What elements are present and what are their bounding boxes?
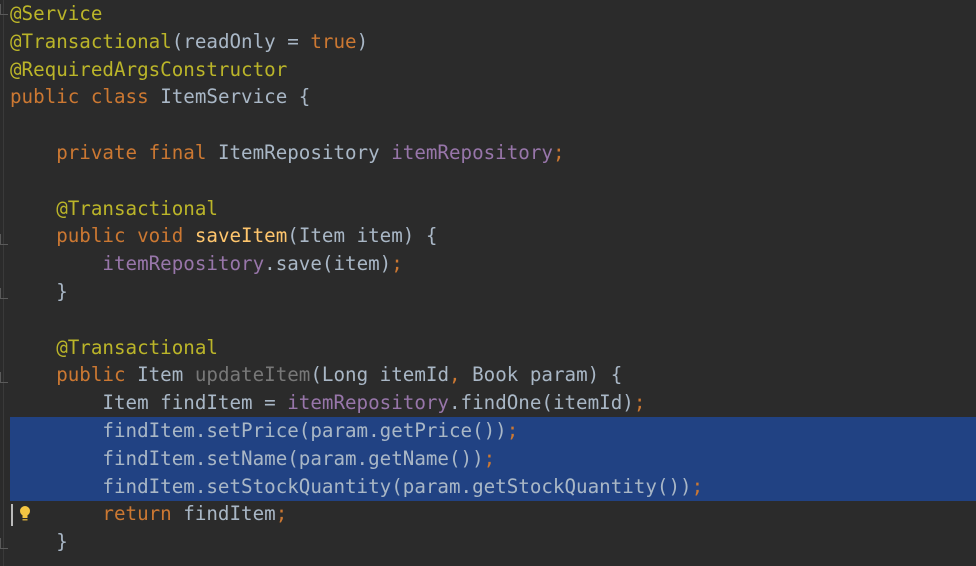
code-token: return — [10, 502, 184, 526]
code-token: findItem.setPrice(param.getPrice()) — [10, 419, 507, 442]
code-token: saveItem — [194, 224, 288, 248]
code-token: .findOne(itemId) — [448, 391, 634, 415]
code-token: @Transactional — [10, 29, 172, 53]
code-token: findItem — [183, 502, 276, 526]
code-token: findItem.setStockQuantity(param.getStock… — [10, 474, 692, 498]
code-line[interactable]: findItem.setName(param.getName()); — [10, 444, 976, 473]
code-line[interactable]: @Transactional — [10, 195, 976, 223]
code-line[interactable] — [10, 306, 976, 334]
code-line[interactable]: @Service — [10, 0, 976, 28]
code-line[interactable]: @RequiredArgsConstructor — [10, 56, 976, 84]
code-line[interactable]: findItem.setStockQuantity(param.getStock… — [10, 472, 976, 501]
code-line[interactable]: findItem.setPrice(param.getPrice()); — [10, 417, 976, 445]
code-token: .save(item) — [264, 252, 392, 276]
fold-marker-icon[interactable] — [0, 4, 8, 15]
code-token: Item — [137, 363, 195, 387]
code-token: (Item item) { — [287, 224, 438, 248]
gutter-divider — [3, 0, 4, 566]
code-token: ; — [691, 474, 704, 498]
fold-marker-icon[interactable] — [0, 234, 8, 245]
code-token: (readOnly = — [171, 29, 311, 53]
code-token: private final — [10, 141, 218, 164]
fold-marker-icon[interactable] — [0, 372, 8, 383]
code-line[interactable]: itemRepository.save(item); — [10, 250, 976, 278]
code-token: ; — [552, 141, 565, 164]
code-line[interactable] — [10, 167, 976, 195]
code-line[interactable]: public Item updateItem(Long itemId, Book… — [10, 361, 976, 389]
code-token: true — [310, 29, 357, 53]
lightbulb-icon[interactable] — [19, 505, 31, 523]
text-caret — [11, 504, 13, 526]
code-token: updateItem — [194, 363, 311, 387]
code-token: ; — [483, 446, 496, 470]
code-line[interactable] — [10, 111, 976, 139]
code-token: @RequiredArgsConstructor — [10, 57, 288, 81]
code-token: ; — [275, 502, 288, 526]
code-token: , — [449, 363, 473, 387]
code-token: ItemRepository — [217, 141, 392, 164]
code-token: @Transactional — [10, 335, 218, 359]
code-token: itemRepository — [391, 141, 553, 164]
code-line[interactable]: } — [10, 278, 976, 306]
code-token: Book param) { — [472, 363, 623, 387]
code-line[interactable]: @Transactional(readOnly = true) — [10, 28, 976, 56]
code-line[interactable]: public void saveItem(Item item) { — [10, 222, 976, 250]
code-token: ; — [633, 391, 646, 415]
code-line[interactable]: private final ItemRepository itemReposit… — [10, 139, 976, 167]
code-token: @Service — [10, 2, 103, 25]
code-line[interactable]: return findItem; — [10, 500, 976, 528]
code-token: } — [10, 280, 68, 303]
code-token: ItemService { — [160, 85, 311, 109]
code-token: public class — [10, 85, 161, 109]
fold-marker-icon[interactable] — [0, 538, 8, 549]
code-token: findItem.setName(param.getName()) — [10, 446, 484, 470]
code-line[interactable]: public class ItemService { — [10, 83, 976, 111]
code-token: ) — [356, 29, 369, 53]
code-token: } — [10, 530, 68, 554]
code-token: itemRepository — [10, 252, 265, 276]
code-token: Item findItem = — [10, 391, 288, 415]
code-editor[interactable]: @Service @Transactional(readOnly = true) @… — [0, 0, 976, 566]
code-token: (Long itemId — [310, 363, 449, 387]
code-token: public void — [10, 224, 195, 248]
code-token: ; — [391, 252, 403, 276]
fold-marker-icon[interactable] — [0, 288, 8, 299]
code-token: itemRepository — [287, 391, 449, 415]
code-line[interactable]: } — [10, 528, 976, 556]
code-token: public — [10, 363, 138, 387]
code-token: @Transactional — [10, 196, 218, 220]
code-line[interactable]: @Transactional — [10, 334, 976, 362]
code-token: ; — [506, 419, 519, 442]
code-line[interactable]: Item findItem = itemRepository.findOne(i… — [10, 389, 976, 417]
